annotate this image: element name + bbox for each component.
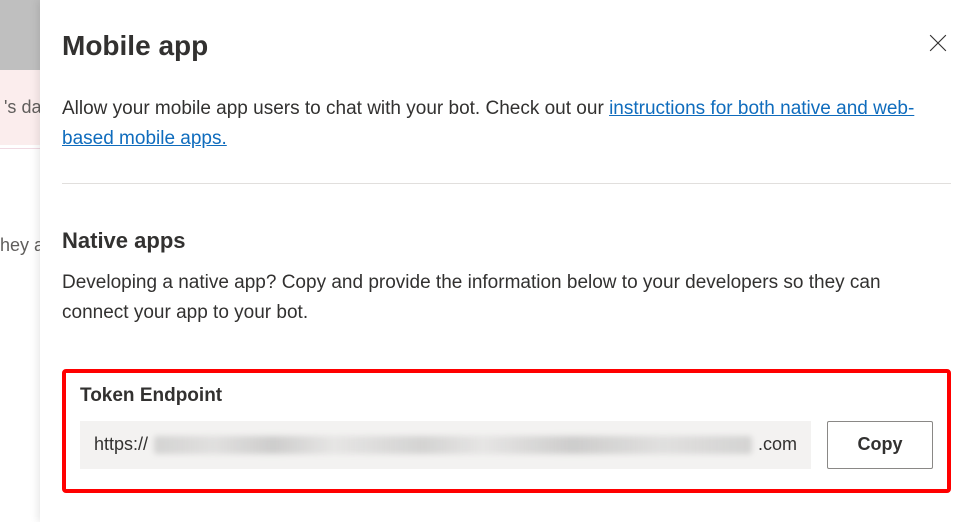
native-apps-description: Developing a native app? Copy and provid… bbox=[62, 268, 951, 329]
native-apps-title: Native apps bbox=[62, 228, 951, 254]
backdrop-panel: 's dat hey a bbox=[0, 0, 40, 522]
close-icon bbox=[929, 34, 947, 52]
token-endpoint-row: https:// .com Copy bbox=[80, 421, 933, 469]
backdrop-divider bbox=[0, 148, 40, 149]
token-endpoint-section: Token Endpoint https:// .com Copy bbox=[62, 369, 951, 493]
backdrop-alert-strip: 's dat bbox=[0, 70, 40, 145]
backdrop-text: hey a bbox=[0, 235, 40, 256]
copy-button[interactable]: Copy bbox=[827, 421, 933, 469]
token-endpoint-input[interactable]: https:// .com bbox=[80, 421, 811, 469]
section-divider bbox=[62, 183, 951, 184]
close-button[interactable] bbox=[925, 30, 951, 60]
panel-header: Mobile app bbox=[62, 30, 951, 62]
backdrop-alert-text: 's dat bbox=[4, 97, 40, 118]
endpoint-suffix: .com bbox=[758, 434, 797, 455]
panel-description: Allow your mobile app users to chat with… bbox=[62, 94, 951, 155]
panel-title: Mobile app bbox=[62, 30, 208, 62]
endpoint-prefix: https:// bbox=[94, 434, 148, 455]
backdrop-header bbox=[0, 0, 40, 70]
endpoint-redacted bbox=[154, 436, 752, 454]
description-text: Allow your mobile app users to chat with… bbox=[62, 98, 609, 119]
token-endpoint-label: Token Endpoint bbox=[80, 385, 933, 407]
mobile-app-panel: Mobile app Allow your mobile app users t… bbox=[40, 0, 979, 522]
